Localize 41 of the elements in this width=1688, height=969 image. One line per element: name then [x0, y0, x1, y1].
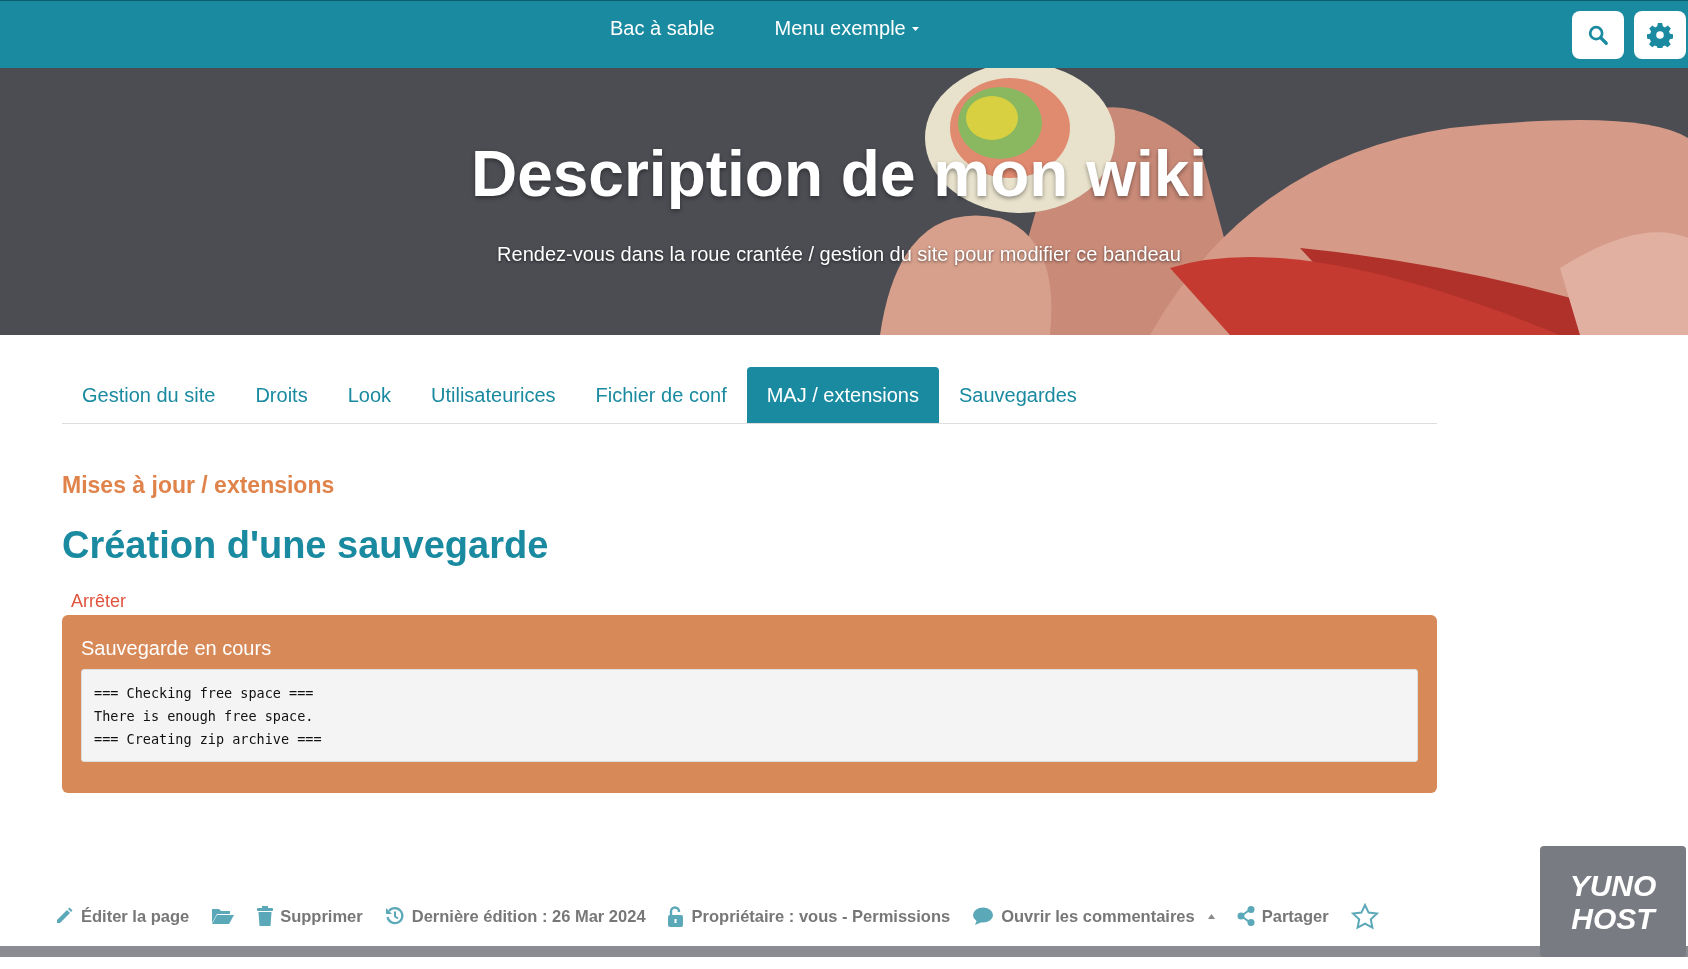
- tab[interactable]: Look: [327, 367, 412, 423]
- speech-bubble-icon: [972, 907, 995, 925]
- history-link[interactable]: Dernière édition : 26 Mar 2024: [384, 903, 646, 929]
- edit-link[interactable]: Éditer la page: [54, 903, 190, 929]
- caret-icon: [911, 27, 919, 33]
- folder-icon: [211, 907, 236, 925]
- settings-button[interactable]: [1634, 10, 1686, 59]
- folder-button[interactable]: [211, 907, 236, 925]
- badge-text: YUNO: [1569, 868, 1657, 902]
- log-line: There is enough free space.: [94, 706, 315, 726]
- comment-link[interactable]: Ouvrir les commentaires: [972, 903, 1215, 929]
- panel-title: Sauvegarde en cours: [81, 635, 273, 661]
- tab[interactable]: Fichier de conf: [575, 367, 747, 423]
- share-icon: [1236, 906, 1255, 926]
- log-line: === Checking free space ===: [94, 683, 315, 703]
- favorite-button[interactable]: [1350, 902, 1379, 930]
- tab[interactable]: MAJ / extensions: [746, 367, 939, 423]
- section-heading: Mises à jour / extensions: [62, 471, 336, 500]
- tab[interactable]: Droits: [235, 367, 328, 423]
- stop-link[interactable]: Arrêter: [71, 587, 126, 615]
- yunohost-badge[interactable]: YUNO HOST: [1540, 846, 1686, 957]
- trash-icon: [257, 906, 274, 926]
- nav-link[interactable]: Bac à sable: [608, 13, 717, 43]
- history-icon: [384, 906, 405, 926]
- search-button[interactable]: [1572, 10, 1624, 59]
- dropdown-menu-link[interactable]: Menu exemple: [772, 13, 921, 43]
- tab[interactable]: Utilisateurices: [411, 367, 576, 423]
- badge-text: HOST: [1571, 901, 1655, 935]
- share-link[interactable]: Partager: [1236, 903, 1329, 929]
- settings-icon: [1647, 21, 1673, 48]
- page-title: Création d'une sauvegarde: [62, 522, 550, 568]
- lock-link[interactable]: Propriétaire : vous - Permissions: [667, 903, 951, 929]
- search-icon: [1587, 23, 1609, 46]
- unlocked-padlock-icon: [667, 905, 685, 927]
- pencil-icon: [54, 906, 74, 926]
- tab[interactable]: Gestion du site: [62, 367, 236, 423]
- delete-link[interactable]: Supprimer: [257, 903, 363, 929]
- log-line: === Creating zip archive ===: [94, 729, 323, 749]
- caret-icon: [1207, 913, 1215, 919]
- star-icon: [1350, 902, 1379, 930]
- tab[interactable]: Sauvegardes: [939, 367, 1097, 423]
